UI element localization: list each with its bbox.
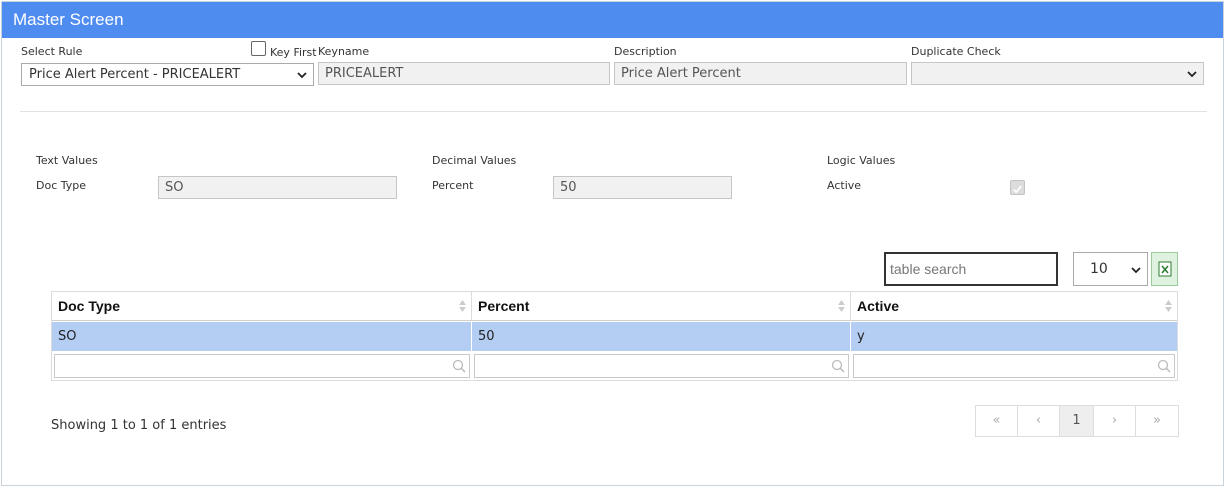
window-title: Master Screen [13,10,124,29]
first-page-button[interactable]: « [976,406,1018,436]
filter-input-doc-type[interactable] [54,354,470,378]
table-info: Showing 1 to 1 of 1 entries [51,418,227,433]
doc-type-field[interactable]: SO [158,176,397,199]
excel-icon [1158,261,1172,277]
select-rule-value: Price Alert Percent - PRICEALERT [29,67,241,82]
text-values-heading: Text Values [36,154,98,167]
filter-input-percent[interactable] [474,354,849,378]
checkmark-icon [1012,185,1023,194]
sort-icon [1165,300,1172,312]
data-table: Doc Type Percent Active SO 50 y [51,291,1178,381]
filter-input-active[interactable] [853,354,1175,378]
last-page-button[interactable]: » [1136,406,1178,436]
column-header-label: Doc Type [58,298,120,314]
magnifier-icon [1157,359,1171,373]
key-first-label: Key First [270,46,317,59]
column-header-percent[interactable]: Percent [472,292,851,321]
keyname-field[interactable]: PRICEALERT [318,62,610,85]
previous-page-button[interactable]: ‹ [1018,406,1060,436]
chevron-down-icon [1187,71,1197,78]
magnifier-icon [452,359,466,373]
page-size-value: 10 [1090,261,1108,277]
table-row[interactable]: SO 50 y [52,322,1177,351]
page-size-select[interactable]: 10 [1073,252,1148,286]
select-rule-dropdown[interactable]: Price Alert Percent - PRICEALERT [21,63,314,86]
description-field[interactable]: Price Alert Percent [614,62,907,85]
column-header-active[interactable]: Active [851,292,1177,321]
column-header-label: Active [857,298,900,314]
export-excel-button[interactable] [1151,252,1178,286]
chevron-down-icon [1131,267,1141,274]
cell-doc-type: SO [52,322,472,351]
duplicate-check-dropdown[interactable] [911,62,1204,85]
duplicate-check-label: Duplicate Check [911,45,1001,58]
key-first-checkbox[interactable] [251,41,266,56]
pagination: « ‹ 1 › » [975,405,1179,437]
active-label: Active [827,179,862,192]
keyname-label: Keyname [318,45,370,58]
page-1-button[interactable]: 1 [1060,406,1094,436]
chevron-down-icon [297,72,307,79]
doc-type-label: Doc Type [36,179,87,192]
decimal-values-heading: Decimal Values [432,154,517,167]
cell-active: y [857,329,865,344]
percent-label: Percent [432,179,474,192]
column-header-label: Percent [478,298,530,314]
magnifier-icon [831,359,845,373]
sort-icon [838,300,845,312]
logic-values-heading: Logic Values [827,154,896,167]
title-bar: Master Screen [2,2,1223,38]
section-divider [20,111,1207,112]
next-page-button[interactable]: › [1094,406,1136,436]
description-label: Description [614,45,677,58]
percent-field[interactable]: 50 [553,176,732,199]
select-rule-label: Select Rule [21,45,83,58]
active-checkbox[interactable] [1010,180,1025,195]
cell-percent: 50 [472,322,851,351]
master-screen-panel: Master Screen Select Rule Price Alert Pe… [1,1,1224,486]
column-header-doc-type[interactable]: Doc Type [52,292,472,321]
table-search-input[interactable]: table search [884,252,1058,286]
sort-icon [459,300,466,312]
